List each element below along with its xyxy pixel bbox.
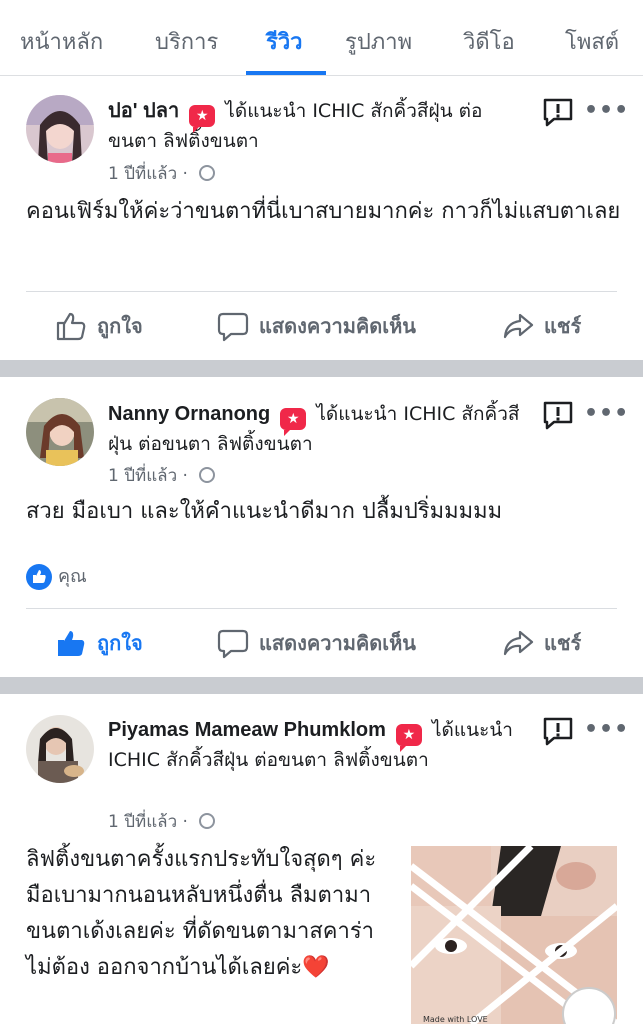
tab-videos[interactable]: วิดีโอ: [463, 24, 515, 59]
post-separator: [0, 677, 643, 694]
globe-icon: [199, 467, 216, 483]
share-button[interactable]: แชร์: [502, 310, 581, 342]
comment-icon: [217, 629, 249, 659]
author-name[interactable]: Nanny Ornanong: [108, 403, 270, 425]
tab-posts[interactable]: โพสต์: [565, 24, 619, 59]
review-text: คอนเฟิร์มให้ค่ะว่าขนตาที่นี่เบาสบายมากค่…: [26, 199, 621, 224]
tab-bar: หน้าหลัก บริการ รีวิว รูปภาพ วิดีโอ โพสต…: [0, 0, 643, 76]
avatar[interactable]: [26, 715, 94, 783]
review-text: ลิฟติ้งขนตาครั้งแรกประทับใจสุดๆ ค่ะ มือเ…: [26, 847, 377, 980]
comment-label: แสดงความคิดเห็น: [259, 314, 416, 338]
post-header: Nanny Ornanong ★ ได้แนะนำ ICHIC สักคิ้วส…: [108, 400, 528, 458]
share-button[interactable]: แชร์: [502, 627, 581, 659]
post-header: ปอ' ปลา ★ ได้แนะนำ ICHIC สักคิ้วสีฝุ่น ต…: [108, 97, 528, 155]
author-name[interactable]: ปอ' ปลา: [108, 100, 179, 122]
post-meta: 1 ปีที่แล้ว ·: [108, 808, 216, 835]
post-separator: [0, 360, 643, 377]
post-time[interactable]: 1 ปีที่แล้ว ·: [108, 812, 188, 832]
divider: [26, 608, 617, 609]
post-meta: 1 ปีที่แล้ว ·: [108, 160, 216, 187]
recommend-icon: ★: [280, 408, 307, 436]
tab-services[interactable]: บริการ: [155, 24, 218, 59]
report-icon[interactable]: [542, 400, 574, 430]
recommend-icon: ★: [395, 724, 422, 752]
share-icon: [503, 313, 534, 339]
tab-reviews[interactable]: รีวิว: [266, 24, 303, 59]
like-reaction-icon: [26, 564, 52, 590]
comment-button[interactable]: แสดงความคิดเห็น: [217, 310, 416, 342]
globe-icon: [199, 813, 216, 829]
post-time[interactable]: 1 ปีที่แล้ว ·: [108, 164, 188, 184]
report-icon[interactable]: [542, 97, 574, 127]
divider: [26, 291, 617, 292]
comment-icon: [217, 312, 249, 342]
thumbs-up-icon: [56, 312, 86, 341]
reactions-summary[interactable]: คุณ: [26, 561, 87, 590]
more-options-icon[interactable]: •••: [584, 717, 629, 742]
more-options-icon[interactable]: •••: [584, 401, 629, 426]
avatar[interactable]: [26, 398, 94, 466]
reaction-names: คุณ: [58, 566, 87, 587]
comment-label: แสดงความคิดเห็น: [259, 631, 416, 655]
thumbs-up-icon: [58, 631, 85, 656]
like-button[interactable]: ถูกใจ: [55, 310, 143, 342]
like-label: ถูกใจ: [97, 314, 143, 338]
active-tab-indicator: [246, 71, 326, 75]
share-label: แชร์: [544, 314, 582, 338]
share-label: แชร์: [544, 631, 582, 655]
report-icon[interactable]: [542, 716, 574, 746]
photo-caption: Made with LOVE: [423, 1015, 488, 1024]
tab-photos[interactable]: รูปภาพ: [345, 24, 412, 59]
author-name[interactable]: Piyamas Mameaw Phumklom: [108, 719, 386, 741]
like-button[interactable]: ถูกใจ: [55, 627, 143, 659]
more-options-icon[interactable]: •••: [584, 98, 629, 123]
review-photo[interactable]: Made with LOVE: [411, 846, 617, 1024]
avatar[interactable]: [26, 95, 94, 163]
post-meta: 1 ปีที่แล้ว ·: [108, 462, 216, 489]
share-icon: [503, 630, 534, 656]
post-time[interactable]: 1 ปีที่แล้ว ·: [108, 466, 188, 486]
post-header: Piyamas Mameaw Phumklom ★ ได้แนะนำ ICHIC…: [108, 716, 528, 774]
recommend-icon: ★: [189, 105, 216, 133]
tab-home[interactable]: หน้าหลัก: [20, 24, 103, 59]
like-label: ถูกใจ: [97, 631, 143, 655]
globe-icon: [199, 165, 216, 181]
comment-button[interactable]: แสดงความคิดเห็น: [217, 627, 416, 659]
review-text: สวย มือเบา และให้คำแนะนำดีมาก ปลื้มปริ่ม…: [26, 499, 503, 524]
